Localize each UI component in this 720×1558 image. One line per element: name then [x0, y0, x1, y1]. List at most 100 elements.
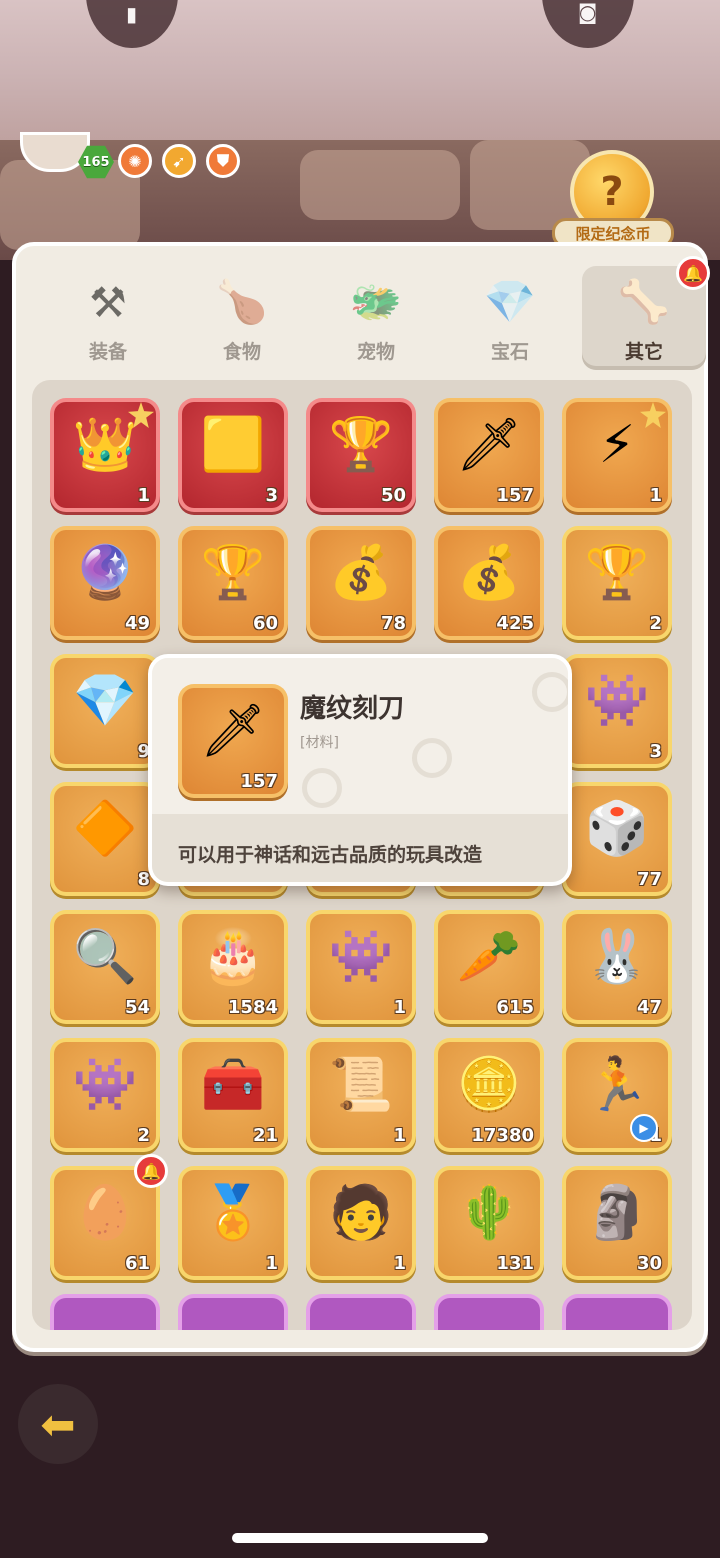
- tab-pet-skull[interactable]: 🐲 宠物: [314, 266, 438, 370]
- item-slot[interactable]: 👾 1: [306, 910, 416, 1024]
- tooltip-item-name: 魔纹刻刀: [300, 694, 405, 724]
- item-slot[interactable]: 🏃1▶: [562, 1038, 672, 1152]
- item-slot[interactable]: 🟨 3: [178, 398, 288, 512]
- purple-ghost-bag-icon: 👾: [328, 927, 394, 987]
- item-slot[interactable]: 🏆 50: [306, 398, 416, 512]
- item-slot[interactable]: 👾 3: [562, 654, 672, 768]
- top-right-button[interactable]: ◙: [542, 0, 634, 48]
- item-count: 1: [393, 1253, 406, 1274]
- item-slot-inner: 👾 1: [310, 914, 412, 1020]
- item-slot[interactable]: [562, 1294, 672, 1330]
- magnifier-icon: 🔍: [72, 927, 138, 987]
- tooltip-item-icon: 🗡 157: [178, 684, 288, 798]
- item-slot-inner: 🗡 157: [438, 402, 540, 508]
- item-slot[interactable]: 👾 2: [50, 1038, 160, 1152]
- item-count: 78: [380, 613, 406, 634]
- tab-hammer[interactable]: ⚒ 装备: [46, 266, 170, 370]
- item-count: 50: [380, 485, 406, 506]
- purple-orb-totem-icon: 🔮: [72, 543, 138, 603]
- item-slot[interactable]: [306, 1294, 416, 1330]
- item-slot-inner: 🏆 50: [310, 402, 412, 508]
- item-count: 47: [636, 997, 662, 1018]
- item-slot[interactable]: 🗿 30: [562, 1166, 672, 1280]
- item-slot[interactable]: 💰 78: [306, 526, 416, 640]
- item-slot-inner: 🐰 47: [566, 914, 668, 1020]
- item-slot[interactable]: 💎 9: [50, 654, 160, 768]
- item-count: 3: [265, 485, 278, 506]
- item-slot[interactable]: [434, 1294, 544, 1330]
- play-badge-icon: ▶: [630, 1114, 658, 1142]
- speed-buff-icon[interactable]: ➹: [162, 144, 196, 178]
- yellow-crystal-icon: 🔶: [72, 799, 138, 859]
- category-tabs: ⚒ 装备 🍗 食物 🐲 宠物 💎 宝石 🦴 其它 🔔: [32, 256, 710, 372]
- item-slot[interactable]: 🥕 615: [434, 910, 544, 1024]
- item-slot[interactable]: 🗡 157: [434, 398, 544, 512]
- rune-knife-icon: 🗡: [455, 415, 522, 475]
- item-slot[interactable]: 🌵 131: [434, 1166, 544, 1280]
- item-slot[interactable]: 🔍 54: [50, 910, 160, 1024]
- bone-icon: 🦴: [617, 277, 671, 326]
- item-slot[interactable]: [50, 1294, 160, 1330]
- item-slot[interactable]: 🏆 60: [178, 526, 288, 640]
- rune-knife-icon: 🗡: [199, 701, 266, 761]
- blue-runner-icon: 🏃: [584, 1055, 650, 1115]
- item-slot-inner: [310, 1298, 412, 1330]
- item-slot[interactable]: 🧰 21: [178, 1038, 288, 1152]
- back-arrow-icon: ⬅: [40, 1399, 76, 1449]
- item-slot[interactable]: [178, 1294, 288, 1330]
- item-slot-inner: 🧑 1: [310, 1170, 412, 1276]
- iron-chest-icon: 🧰: [200, 1055, 266, 1115]
- item-slot[interactable]: 🧑 1: [306, 1166, 416, 1280]
- item-slot[interactable]: 🐰 47: [562, 910, 672, 1024]
- item-slot[interactable]: 🎲 77: [562, 782, 672, 896]
- tooltip-description: 可以用于神话和远古品质的玩具改造: [178, 844, 483, 866]
- item-slot[interactable]: ⚡ 1: [562, 398, 672, 512]
- item-count: 1: [137, 485, 150, 506]
- gold-ore-icon: 🟨: [200, 415, 266, 475]
- notification-bell-icon: 🔔: [676, 256, 710, 290]
- fire-buff-icon[interactable]: ✺: [118, 144, 152, 178]
- item-count: 1: [265, 1253, 278, 1274]
- item-slot[interactable]: 👑 1: [50, 398, 160, 512]
- tab-gem[interactable]: 💎 宝石: [448, 266, 572, 370]
- tab-label: 宝石: [490, 341, 529, 363]
- item-slot[interactable]: 🪙 17380: [434, 1038, 544, 1152]
- item-slot[interactable]: 🏆 2: [562, 526, 672, 640]
- item-slot-inner: 👾 2: [54, 1042, 156, 1148]
- item-count: 131: [496, 1253, 534, 1274]
- tab-label: 其它: [624, 341, 663, 363]
- item-count: 1: [393, 997, 406, 1018]
- top-left-button[interactable]: ▮: [86, 0, 178, 48]
- item-slot-inner: 🔍 54: [54, 914, 156, 1020]
- tab-food-bowl[interactable]: 🍗 食物: [180, 266, 304, 370]
- item-slot-inner: 💎 9: [54, 658, 156, 764]
- cactus-statue-icon: 🌵: [456, 1183, 522, 1243]
- item-slot-inner: [438, 1298, 540, 1330]
- scene-rock: [300, 150, 460, 220]
- blue-bag-icon: 💰: [456, 543, 522, 603]
- shield-buff-icon[interactable]: ⛊: [206, 144, 240, 178]
- item-slot-inner: 🟨 3: [182, 402, 284, 508]
- item-slot[interactable]: 📜 1: [306, 1038, 416, 1152]
- item-slot-inner: 🪙 17380: [438, 1042, 540, 1148]
- item-slot-inner: 🥕 615: [438, 914, 540, 1020]
- food-bowl-icon: 🍗: [215, 277, 269, 326]
- item-slot[interactable]: 🎂 1584: [178, 910, 288, 1024]
- home-indicator[interactable]: [232, 1533, 488, 1543]
- item-count: 60: [252, 613, 278, 634]
- item-count: 1: [393, 1125, 406, 1146]
- item-count: 61: [124, 1253, 150, 1274]
- item-slot[interactable]: 🏅 1: [178, 1166, 288, 1280]
- back-button[interactable]: ⬅: [18, 1384, 98, 1464]
- item-slot[interactable]: 🔮 49: [50, 526, 160, 640]
- top-background: ▮ ◙: [0, 0, 720, 140]
- item-slot[interactable]: 💰 425: [434, 526, 544, 640]
- item-slot-inner: 💰 78: [310, 530, 412, 636]
- bunny-bag-icon: 🐰: [584, 927, 650, 987]
- blue-crystal-icon: 💎: [72, 671, 138, 731]
- tab-bone[interactable]: 🦴 其它 🔔: [582, 256, 710, 370]
- item-slot-inner: [182, 1298, 284, 1330]
- item-count: 30: [636, 1253, 662, 1274]
- item-slot-inner: 🏆 2: [566, 530, 668, 636]
- item-slot[interactable]: 🔶 8: [50, 782, 160, 896]
